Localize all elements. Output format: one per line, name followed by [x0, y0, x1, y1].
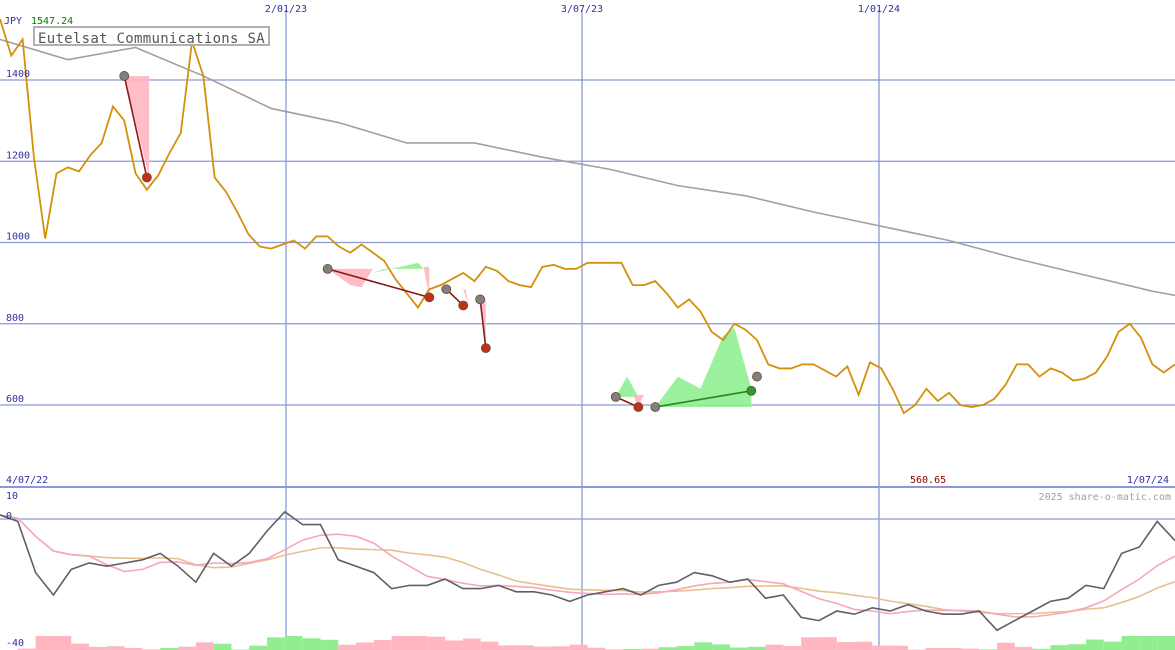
indicator-bar: [462, 638, 481, 650]
signal-fill: [655, 327, 752, 408]
indicator-bar: [534, 646, 552, 650]
signal-dot: [633, 402, 644, 412]
signal-dot: [746, 385, 757, 396]
indicator-bar: [338, 644, 357, 650]
signal-line: [327, 268, 430, 299]
y-tick-label: 1200: [6, 150, 30, 161]
indicator-panel: [0, 510, 1175, 650]
x-tick-label: 3/07/23: [561, 4, 603, 15]
y-tick-label: 1400: [6, 69, 30, 80]
indicator-tick-label: -40: [6, 638, 24, 649]
signal-markers: [119, 71, 762, 412]
low-value-label: 560.65: [910, 475, 946, 486]
indicator-bar: [516, 645, 535, 650]
indicator-fast-line: [0, 514, 1175, 618]
signal-dot: [650, 402, 661, 412]
indicator-bar: [1068, 644, 1086, 650]
indicator-bar: [427, 636, 446, 650]
indicator-tick-label: 0: [6, 511, 12, 522]
indicator-bar: [302, 638, 321, 650]
indicator-bar: [765, 644, 784, 650]
indicator-bar: [106, 646, 125, 650]
indicator-bar: [249, 645, 268, 650]
indicator-bar: [373, 639, 392, 650]
signal-dot: [441, 284, 452, 295]
indicator-bar: [1103, 641, 1122, 650]
indicator-bar: [267, 637, 285, 650]
indicator-bar: [213, 643, 232, 650]
indicator-bar: [445, 640, 463, 650]
signal-dot: [141, 172, 152, 183]
signal-dot: [752, 371, 762, 382]
signal-dot: [322, 264, 333, 274]
indicator-bar: [284, 636, 303, 650]
indicator-bar: [1157, 636, 1175, 650]
indicator-bar: [320, 639, 339, 650]
indicator-bar: [356, 642, 374, 650]
indicator-bar: [818, 637, 837, 650]
indicator-bar: [569, 644, 588, 650]
price-line: [0, 18, 1175, 415]
indicator-bar: [195, 642, 214, 650]
indicator-bar: [854, 641, 873, 650]
x-tick-label: 2/01/23: [265, 4, 307, 15]
indicator-bar: [712, 644, 730, 650]
indicator-bar: [1085, 639, 1104, 650]
indicator-bar: [1050, 645, 1069, 650]
signal-dot: [119, 71, 130, 81]
indicator-main-line: [0, 510, 1175, 632]
signal-fill: [327, 268, 373, 288]
axis-labels: JPY 1547.241400120010008006002/01/23 3/07/…: [4, 4, 1171, 649]
y-tick-label: 800: [6, 313, 24, 324]
indicator-bar: [872, 645, 891, 650]
indicator-bar: [836, 641, 855, 650]
signal-dot: [480, 343, 491, 354]
indicator-bar: [783, 646, 802, 650]
indicator-bar: [498, 645, 517, 650]
indicator-tick-label: 10: [6, 491, 18, 502]
watermark-label: 2025 share-o-matic.com: [1039, 492, 1171, 503]
gain-loss-fills: [124, 75, 752, 408]
indicator-bar: [1139, 636, 1158, 650]
indicator-bar: [391, 636, 410, 650]
indicator-bar: [409, 636, 428, 650]
indicator-bar: [676, 646, 695, 650]
signal-dot: [424, 292, 435, 303]
signal-dot: [475, 294, 486, 305]
company-title-box: Eutelsat Communications SA: [33, 26, 270, 47]
y-tick-label: 600: [6, 394, 24, 405]
indicator-bar: [1121, 636, 1140, 650]
signal-fill: [372, 262, 424, 273]
indicator-bar: [53, 636, 72, 650]
indicator-bar: [801, 637, 819, 650]
indicator-bar: [996, 642, 1015, 650]
moving-average-line: [0, 38, 1175, 297]
indicator-bar: [694, 642, 713, 650]
indicator-bar: [480, 641, 499, 650]
currency-label: JPY: [4, 16, 22, 27]
chart-grid: [0, 10, 1175, 650]
company-title: Eutelsat Communications SA: [38, 31, 265, 47]
signal-dot: [458, 300, 469, 311]
signal-dot: [610, 391, 621, 402]
price-series: [0, 18, 1175, 415]
start-date-label: 4/07/22: [6, 475, 48, 486]
indicator-bar: [890, 645, 908, 650]
indicator-bar: [551, 646, 570, 650]
price-chart: JPY 1547.241400120010008006002/01/23 3/07/…: [0, 4, 1175, 650]
x-tick-label: 1/01/24: [858, 4, 900, 15]
indicator-bar: [71, 643, 90, 650]
y-tick-label: 1000: [6, 232, 30, 243]
end-date-label: 1/07/24: [1127, 475, 1169, 486]
indicator-bar: [35, 636, 54, 650]
